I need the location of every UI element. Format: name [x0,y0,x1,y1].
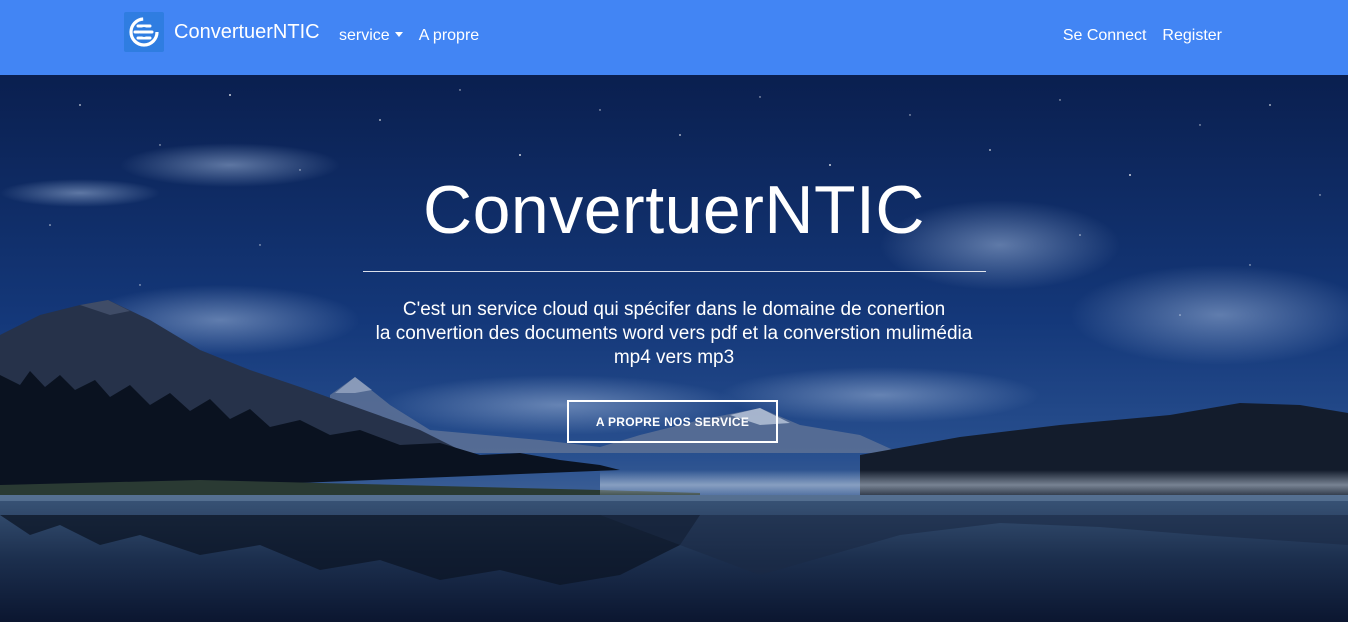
refresh-e-logo-icon [124,12,164,52]
hero-content: ConvertuerNTIC C'est un service cloud qu… [0,75,1348,622]
brand-name: ConvertuerNTIC [174,20,320,43]
hero-title: ConvertuerNTIC [422,172,926,248]
hero-description: C'est un service cloud qui spécifer dans… [300,298,1048,370]
nav-service-label: service [339,27,390,44]
hero-description-line: mp4 vers mp3 [613,347,735,368]
hero-section: ConvertuerNTIC C'est un service cloud qu… [0,75,1348,622]
caret-down-icon [394,32,403,37]
about-services-button[interactable]: A PROPRE NOS SERVICE [567,400,778,443]
nav-se-connect[interactable]: Se Connect [1063,27,1147,45]
nav-left: service A propre [339,27,495,45]
nav-right: Se Connect Register [1047,27,1222,45]
brand-link[interactable]: ConvertuerNTIC [124,12,320,52]
hero-description-line: C'est un service cloud qui spécifer dans… [402,299,946,320]
navbar: ConvertuerNTIC service A propre Se Conne… [0,0,1348,75]
nav-a-propre[interactable]: A propre [419,27,479,45]
nav-service-dropdown[interactable]: service [339,27,403,45]
hero-description-line: la convertion des documents word vers pd… [375,323,973,344]
hero-divider [363,271,986,272]
nav-register[interactable]: Register [1162,27,1222,45]
